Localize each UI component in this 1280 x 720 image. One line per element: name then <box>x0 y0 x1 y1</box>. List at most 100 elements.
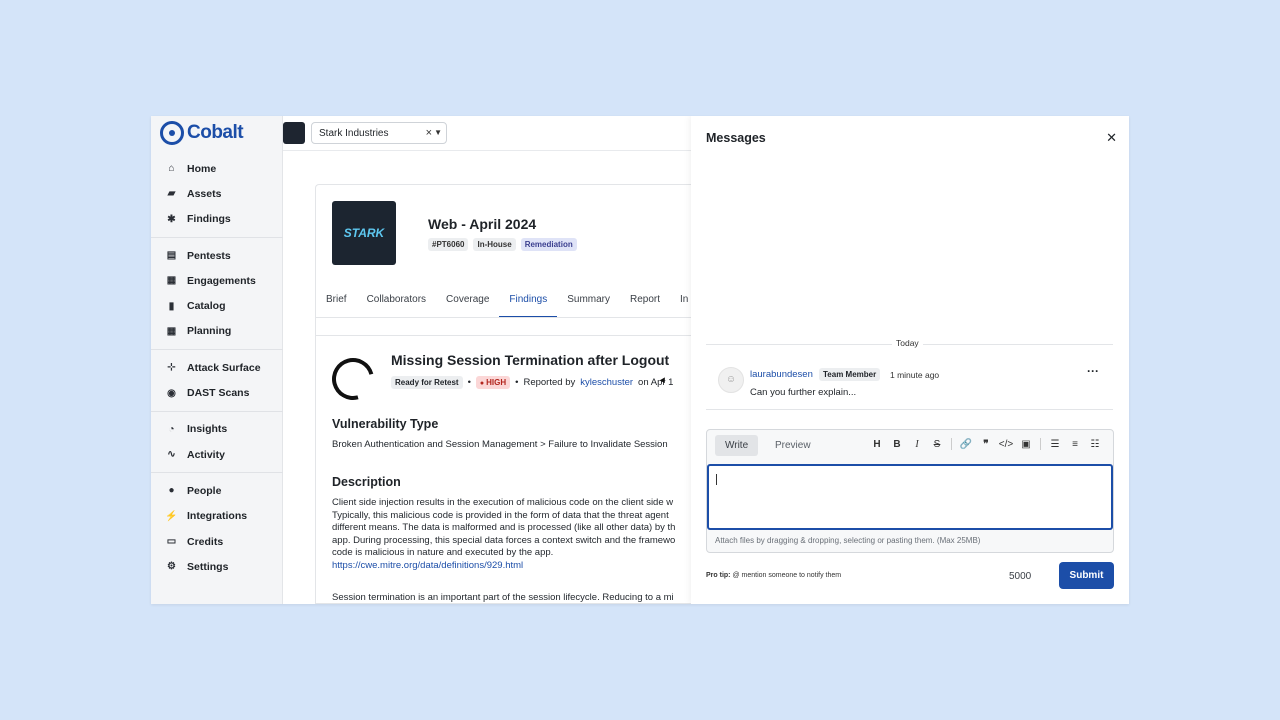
task-list-icon[interactable]: ☷ <box>1085 439 1105 450</box>
bug-icon: ✱ <box>167 213 176 225</box>
chevron-down-icon[interactable]: ▼ <box>434 128 442 137</box>
code-icon[interactable]: </> <box>996 439 1016 450</box>
finding-meta: Ready for Retest • HIGH • Reported by ky… <box>391 376 673 389</box>
separator-dot: • <box>467 377 471 388</box>
italic-icon[interactable]: I <box>907 439 927 450</box>
pro-tip-label: Pro tip: <box>706 572 731 579</box>
pentest-type-badge: In-House <box>473 238 516 251</box>
sidebar-item-engagements[interactable]: ▦ Engagements <box>151 268 283 293</box>
sidebar-item-label: Planning <box>187 325 232 338</box>
image-icon[interactable]: ▣ <box>1016 439 1036 450</box>
sidebar-item-planning[interactable]: ▦ Planning <box>151 319 283 344</box>
message-time: 1 minute ago <box>890 370 940 380</box>
formatting-toolbar: H B I S 🔗 ❞ </> ▣ ☰ ≡ ☷ <box>867 438 1105 450</box>
close-icon[interactable]: ✕ <box>1106 130 1117 146</box>
org-select-value: Stark Industries <box>319 127 389 139</box>
tab-findings[interactable]: Findings <box>499 285 558 317</box>
document-icon: ▤ <box>166 250 177 262</box>
sidebar-item-dast-scans[interactable]: ◉ DAST Scans <box>151 380 283 405</box>
sidebar-item-label: People <box>187 484 222 497</box>
book-icon: ▮ <box>168 300 175 312</box>
sidebar-item-settings[interactable]: ⚙ Settings <box>151 554 283 579</box>
sidebar-item-integrations[interactable]: ⚡ Integrations <box>151 504 283 529</box>
numbered-list-icon[interactable]: ≡ <box>1065 439 1085 450</box>
plug-icon: ⚡ <box>165 510 178 522</box>
finding-title[interactable]: Missing Session Termination after Logout <box>391 352 669 368</box>
write-tab[interactable]: Write <box>715 435 759 456</box>
pentest-header: STARK <box>332 201 396 265</box>
strikethrough-icon[interactable]: S <box>927 439 947 450</box>
message-editor: Write Preview H B I S 🔗 ❞ </> ▣ ☰ ≡ ☷ At… <box>706 429 1114 553</box>
top-bar: Stark Industries × ▼ <box>283 116 691 151</box>
messages-title: Messages <box>706 131 766 145</box>
sidebar-item-attack-surface[interactable]: ⊹ Attack Surface <box>151 355 283 380</box>
messages-panel: Messages ✕ Today ☺ laurabundesen Team Me… <box>691 116 1129 604</box>
bullet-list-icon[interactable]: ☰ <box>1045 439 1065 450</box>
sidebar-item-findings[interactable]: ✱ Findings <box>151 207 283 232</box>
user-avatar: ☺ <box>718 367 744 393</box>
message-author[interactable]: laurabundesen <box>750 369 813 380</box>
message-input[interactable] <box>707 464 1113 530</box>
character-count: 5000 <box>1009 571 1032 582</box>
bold-icon[interactable]: B <box>887 439 907 450</box>
stark-logo-text: STARK <box>343 226 385 240</box>
pulse-icon: ∿ <box>167 449 176 461</box>
tab-in[interactable]: In <box>670 285 692 317</box>
sidebar-item-catalog[interactable]: ▮ Catalog <box>151 293 283 318</box>
gear-icon: ⚙ <box>167 561 176 573</box>
more-options-icon[interactable]: ··· <box>1087 364 1099 378</box>
clear-icon[interactable]: × <box>426 127 432 139</box>
cobalt-logo[interactable]: Cobalt <box>160 120 244 146</box>
reported-by-label: Reported by <box>523 377 576 388</box>
message-item: ☺ laurabundesen Team Member 1 minute ago… <box>706 362 1113 410</box>
org-select[interactable]: Stark Industries × ▼ <box>311 122 447 144</box>
pro-tip: Pro tip: @ mention someone to notify the… <box>706 572 841 579</box>
sidebar-item-label: Home <box>187 162 217 175</box>
description-line: code is malicious in nature and executed… <box>332 547 554 558</box>
org-logo-icon <box>283 122 305 144</box>
tab-collaborators[interactable]: Collaborators <box>357 285 436 317</box>
sidebar-item-pentests[interactable]: ▤ Pentests <box>151 243 283 268</box>
tab-report[interactable]: Report <box>620 285 670 317</box>
vuln-type-heading: Vulnerability Type <box>332 417 439 431</box>
description-heading: Description <box>332 475 401 489</box>
nav-divider <box>151 410 283 412</box>
tab-coverage[interactable]: Coverage <box>436 285 499 317</box>
trailing-text: Session termination is an important part… <box>332 592 674 603</box>
sidebar-item-insights[interactable]: ◔ Insights <box>151 417 283 442</box>
pentest-title: Web - April 2024 <box>428 216 537 232</box>
sidebar-item-activity[interactable]: ∿ Activity <box>151 442 283 467</box>
folder-icon: ▰ <box>167 188 176 200</box>
sidebar-item-label: Settings <box>187 560 229 573</box>
description-line: Typically, this malicious code is provid… <box>332 509 669 521</box>
preview-tab[interactable]: Preview <box>765 435 821 456</box>
briefcase-icon: ▦ <box>166 275 177 287</box>
quote-icon[interactable]: ❞ <box>976 439 996 450</box>
sidebar-item-label: Integrations <box>187 510 248 523</box>
finding-card: Missing Session Termination after Logout… <box>315 335 691 604</box>
sidebar-item-people[interactable]: ● People <box>151 478 283 503</box>
cwe-link[interactable]: https://cwe.mitre.org/data/definitions/9… <box>332 560 690 573</box>
sidebar-nav: ⌂ Home ▰ Assets ✱ Findings ▤ Pentests ▦ Engagemen… <box>151 156 283 579</box>
sidebar-item-assets[interactable]: ▰ Assets <box>151 181 283 206</box>
link-icon[interactable]: 🔗 <box>956 439 976 450</box>
pentest-tabs: Brief Collaborators Coverage Findings Summar… <box>316 285 692 318</box>
reporter-link[interactable]: kyleschuster <box>580 377 633 388</box>
users-icon: ● <box>168 485 175 497</box>
heading-icon[interactable]: H <box>867 439 887 450</box>
vuln-type-value: Broken Authentication and Session Manage… <box>332 439 691 452</box>
calendar-icon: ▦ <box>166 325 177 337</box>
submit-button[interactable]: Submit <box>1059 562 1114 589</box>
message-text: Can you further explain... <box>750 387 857 398</box>
day-label: Today <box>892 338 923 348</box>
sidebar-item-home[interactable]: ⌂ Home <box>151 156 283 181</box>
report-date: on Apr 1 <box>638 377 674 388</box>
attach-hint[interactable]: Attach files by dragging & dropping, sel… <box>715 536 980 545</box>
tab-summary[interactable]: Summary <box>557 285 620 317</box>
sidebar-item-credits[interactable]: ▭ Credits <box>151 529 283 554</box>
home-icon: ⌂ <box>168 163 175 175</box>
tab-brief[interactable]: Brief <box>316 285 357 317</box>
role-badge: Team Member <box>819 368 881 381</box>
pentest-state-badge: Remediation <box>520 238 577 251</box>
pie-chart-icon: ◔ <box>168 423 175 435</box>
